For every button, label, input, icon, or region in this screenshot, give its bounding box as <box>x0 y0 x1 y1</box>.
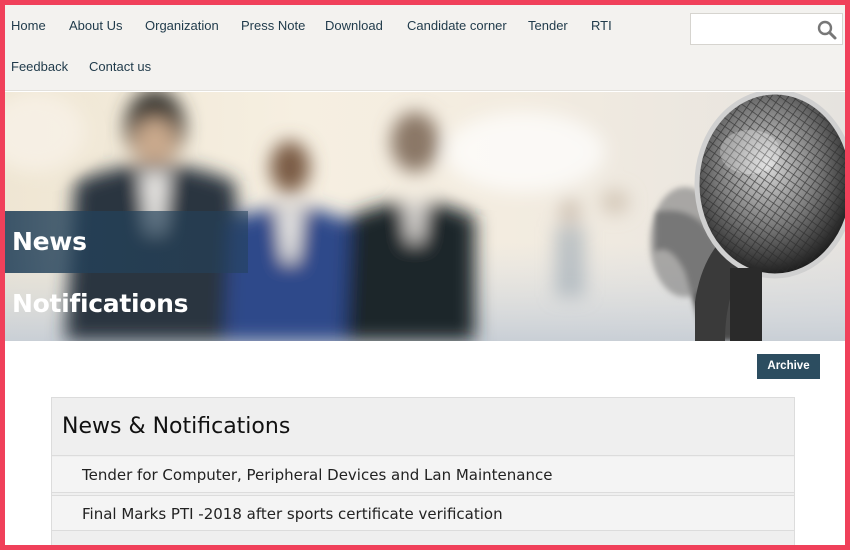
news-item-divider <box>70 546 770 549</box>
news-panel-heading: News & Notifications <box>52 398 794 456</box>
nav-candidate-corner-link[interactable]: Candidate corner <box>407 18 507 33</box>
nav-rti-link[interactable]: RTI <box>591 18 612 33</box>
news-notifications-panel: News & Notifications Tender for Computer… <box>51 397 795 550</box>
nav-download-link[interactable]: Download <box>325 18 383 33</box>
search-icon[interactable] <box>816 19 838 41</box>
nav-home-link[interactable]: Home <box>11 18 46 33</box>
banner-title: News Notifications <box>5 211 248 318</box>
nav-organization-link[interactable]: Organization <box>145 18 219 33</box>
page-banner: News Notifications <box>5 92 845 341</box>
nav-feedback-link[interactable]: Feedback <box>11 59 68 74</box>
news-item-link[interactable]: Tender for Computer, Peripheral Devices … <box>52 457 794 493</box>
nav-about-us-link[interactable]: About Us <box>69 18 122 33</box>
main-navigation: Home About Us Organization Press Note Do… <box>5 5 845 91</box>
search-input[interactable] <box>691 14 811 44</box>
nav-tender-link[interactable]: Tender <box>528 18 568 33</box>
nav-press-note-link[interactable]: Press Note <box>241 18 305 33</box>
archive-button[interactable]: Archive <box>757 354 820 379</box>
news-item-link[interactable]: Final Marks PTI -2018 after sports certi… <box>52 495 794 531</box>
nav-contact-us-link[interactable]: Contact us <box>89 59 151 74</box>
search-box <box>690 13 843 45</box>
